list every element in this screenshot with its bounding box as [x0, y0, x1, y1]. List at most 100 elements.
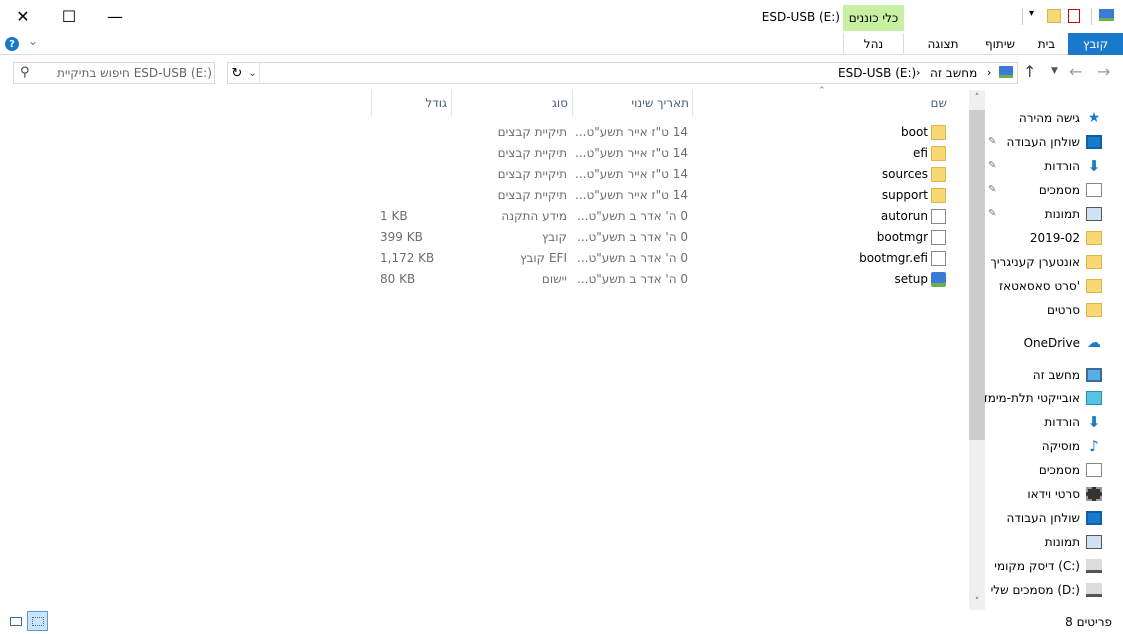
- maximize-button[interactable]: ☐: [46, 0, 92, 33]
- column-header-date[interactable]: תאריך שינוי: [574, 90, 691, 116]
- nav-pc-item[interactable]: מסמכים שלי (D:): [991, 579, 1102, 601]
- nav-quick-item[interactable]: סרטים: [1047, 299, 1102, 321]
- file-name: setup: [894, 272, 928, 286]
- music-icon: ♪: [1089, 437, 1099, 455]
- file-row[interactable]: sources 14 ט"ז אייר תשע"ט... תיקיית קבצים: [372, 164, 950, 185]
- expand-ribbon-chevron-icon[interactable]: ⌄: [28, 34, 38, 48]
- file-type: תיקיית קבצים: [497, 167, 567, 181]
- file-size: [372, 164, 452, 185]
- nav-label: תמונות: [1044, 535, 1080, 549]
- nav-this-pc[interactable]: מחשב זה: [1033, 364, 1102, 386]
- tab-home[interactable]: בית: [1025, 33, 1068, 55]
- nav-pc-item[interactable]: הורדות ⬇: [1044, 411, 1102, 433]
- new-folder-icon[interactable]: [1047, 9, 1061, 23]
- file-date: 14 ט"ז אייר תשע"ט...: [575, 146, 688, 160]
- refresh-icon[interactable]: ↻: [228, 63, 246, 83]
- nav-label: דיסק מקומי (C:): [994, 559, 1080, 573]
- window-title: ESD-USB (E:): [761, 10, 840, 24]
- file-size: [372, 143, 452, 164]
- nav-label: סרטי וידאו: [1027, 487, 1080, 501]
- nav-label: OneDrive: [1023, 336, 1080, 350]
- nav-quick-item[interactable]: שולחן העבודה: [1007, 131, 1102, 153]
- file-name: efi: [913, 146, 928, 160]
- download-icon: ⬇: [1087, 413, 1101, 431]
- file-icon: [931, 230, 946, 245]
- pictures-icon: [1086, 207, 1102, 221]
- nav-pc-item[interactable]: שולחן העבודה: [1007, 507, 1102, 529]
- computer-icon: [1086, 368, 1102, 382]
- qat-customize-chevron-icon[interactable]: ▾: [1029, 8, 1034, 19]
- column-divider[interactable]: [451, 90, 452, 116]
- file-row[interactable]: efi 14 ט"ז אייר תשע"ט... תיקיית קבצים: [372, 143, 950, 164]
- nav-onedrive[interactable]: OneDrive ☁: [1024, 332, 1102, 354]
- scroll-down-chevron-icon[interactable]: ˅: [969, 594, 985, 610]
- nav-quick-item[interactable]: 2019-02: [1030, 227, 1102, 249]
- drive-tools-context-label: כלי כוננים: [843, 5, 904, 31]
- file-name: boot: [900, 125, 928, 139]
- breadcrumb-separator-icon[interactable]: ›: [916, 66, 920, 79]
- nav-pc-item[interactable]: תמונות: [1045, 531, 1102, 553]
- properties-icon[interactable]: [1068, 9, 1080, 23]
- up-arrow-icon[interactable]: ↑: [1023, 62, 1036, 81]
- nav-label: הורדות: [1044, 159, 1080, 173]
- column-divider[interactable]: [692, 90, 693, 116]
- tab-manage[interactable]: נהל: [843, 33, 904, 55]
- scroll-up-chevron-icon[interactable]: ˄: [969, 90, 985, 106]
- nav-pc-item[interactable]: מסמכים: [1039, 459, 1102, 481]
- column-header-size[interactable]: גודל: [372, 90, 449, 116]
- column-header-name[interactable]: שם: [695, 90, 947, 116]
- breadcrumb-separator-icon[interactable]: ›: [987, 66, 991, 79]
- address-history-chevron-icon[interactable]: ⌄: [246, 63, 260, 83]
- nav-quick-item[interactable]: אונטערן קעניגריך: [990, 251, 1102, 273]
- minimize-button[interactable]: —: [92, 0, 138, 33]
- file-row[interactable]: bootmgr 0 ה' אדר ב תשע"ט... קובץ 399 KB: [372, 227, 950, 248]
- file-size: 80 KB: [380, 272, 416, 286]
- recent-locations-chevron-icon[interactable]: ▼: [1051, 66, 1058, 76]
- search-icon[interactable]: ⚲: [20, 65, 30, 80]
- column-divider[interactable]: [371, 90, 372, 116]
- file-type: תיקיית קבצים: [497, 146, 567, 160]
- nav-pc-item[interactable]: סרטי וידאו: [1027, 483, 1102, 505]
- forward-arrow-icon[interactable]: ←: [1069, 62, 1082, 81]
- file-date: 0 ה' אדר ב תשע"ט...: [577, 251, 688, 265]
- tab-file[interactable]: קובץ: [1068, 33, 1123, 55]
- search-placeholder: חיפוש בתיקיית ESD-USB (E:): [57, 66, 212, 80]
- tab-share[interactable]: שיתוף: [975, 33, 1025, 55]
- nav-pc-item[interactable]: אובייקטי תלת-מימד: [981, 387, 1102, 409]
- breadcrumb-this-pc[interactable]: מחשב זה: [930, 66, 977, 80]
- nav-label: שולחן העבודה: [1006, 511, 1080, 525]
- column-header-type[interactable]: סוג: [453, 90, 570, 116]
- nav-label: מוסיקה: [1041, 439, 1080, 453]
- nav-quick-access[interactable]: גישה מהירה ★: [1019, 107, 1102, 129]
- nav-label: שולחן העבודה: [1006, 135, 1080, 149]
- nav-pc-item[interactable]: מוסיקה ♪: [1042, 435, 1102, 457]
- file-row[interactable]: bootmgr.efi 0 ה' אדר ב תשע"ט... קובץ EFI 1,…: [372, 248, 950, 269]
- file-type: קובץ EFI: [519, 251, 567, 265]
- file-date: 0 ה' אדר ב תשע"ט...: [577, 272, 688, 286]
- file-row[interactable]: autorun 0 ה' אדר ב תשע"ט... מידע התקנה 1 KB: [372, 206, 950, 227]
- close-button[interactable]: ✕: [0, 0, 46, 33]
- file-row[interactable]: setup 0 ה' אדר ב תשע"ט... יישום 80 KB: [372, 269, 950, 290]
- nav-quick-item[interactable]: הורדות ⬇: [1044, 155, 1102, 177]
- folder-icon: [1086, 279, 1102, 293]
- details-view-icon[interactable]: [27, 611, 48, 631]
- file-size: [372, 185, 452, 206]
- nav-quick-item[interactable]: מסמכים: [1039, 179, 1102, 201]
- file-row[interactable]: boot 14 ט"ז אייר תשע"ט... תיקיית קבצים: [372, 122, 950, 143]
- large-icons-view-icon[interactable]: [6, 611, 26, 631]
- 3d-icon: [1086, 391, 1102, 405]
- column-divider[interactable]: [572, 90, 573, 116]
- nav-pc-item[interactable]: דיסק מקומי (C:): [994, 555, 1102, 577]
- file-name: sources: [881, 167, 928, 181]
- back-arrow-icon[interactable]: →: [1097, 62, 1110, 81]
- breadcrumb-current-drive[interactable]: ESD-USB (E:): [838, 66, 916, 80]
- cloud-icon: ☁: [1087, 335, 1101, 351]
- pin-icon: ✎: [988, 208, 997, 219]
- nav-quick-item[interactable]: סרט סאסאטאז': [999, 275, 1102, 297]
- help-icon[interactable]: ?: [5, 37, 19, 51]
- nav-quick-item[interactable]: תמונות: [1045, 203, 1102, 225]
- tab-view[interactable]: תצוגה: [913, 33, 973, 55]
- folder-icon: [931, 188, 946, 203]
- nav-scrollbar-thumb[interactable]: [969, 110, 985, 440]
- file-row[interactable]: support 14 ט"ז אייר תשע"ט... תיקיית קבצים: [372, 185, 950, 206]
